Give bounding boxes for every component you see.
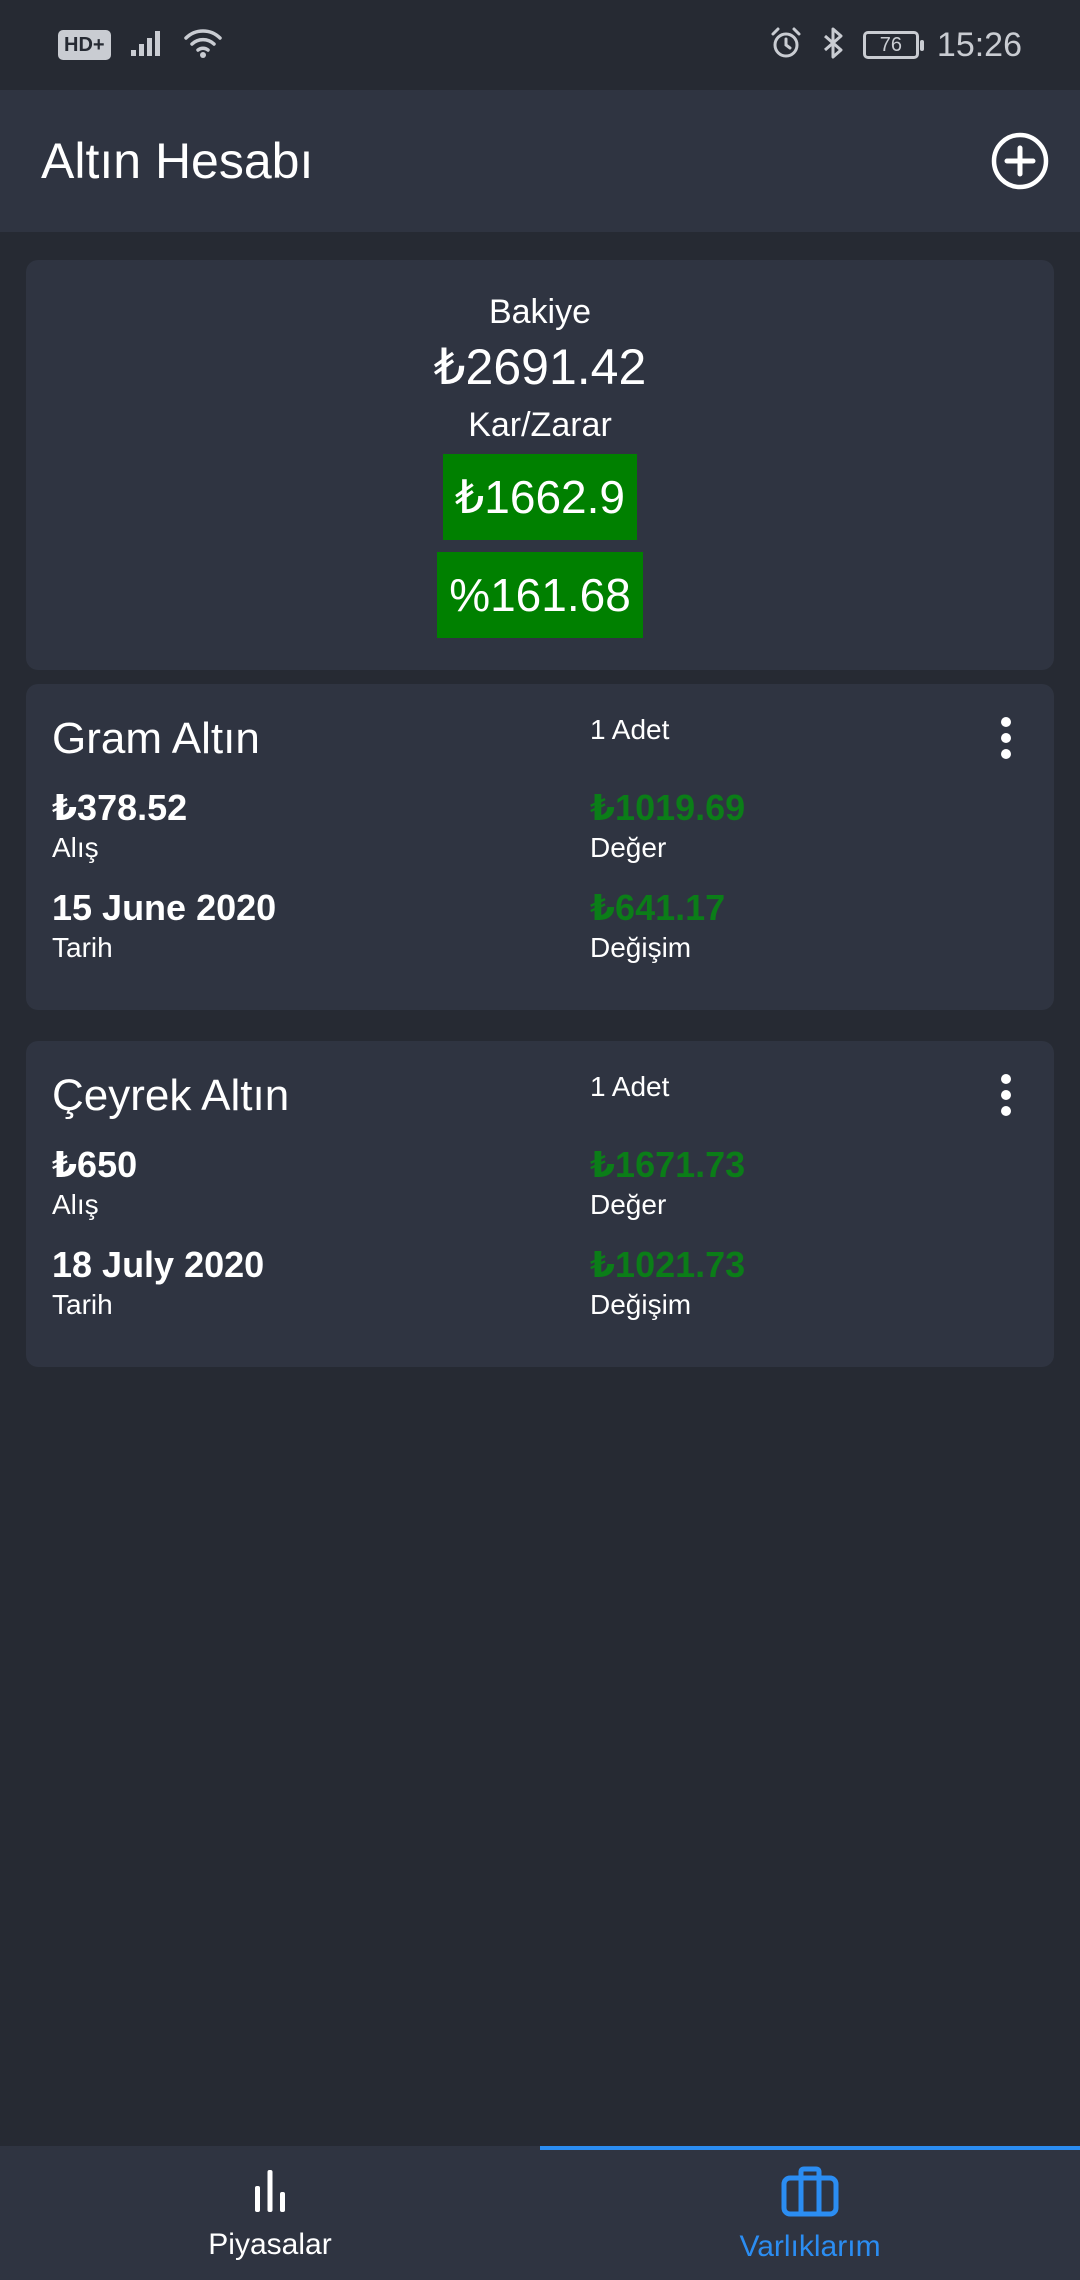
balance-value: ₺2691.42 bbox=[433, 339, 647, 395]
worth-label: Değer bbox=[590, 1189, 667, 1220]
signal-icon bbox=[129, 28, 165, 63]
bluetooth-icon bbox=[821, 26, 845, 65]
change-value: ₺1021.73 bbox=[590, 1244, 746, 1285]
date-label: Tarih bbox=[52, 932, 113, 963]
status-bar: HD+ 76 15:26 bbox=[0, 0, 1080, 90]
alarm-icon bbox=[769, 26, 803, 65]
asset-menu-button[interactable] bbox=[988, 714, 1024, 762]
balance-label: Bakiye bbox=[488, 293, 592, 331]
date-label: Tarih bbox=[52, 1289, 113, 1320]
date-value: 18 July 2020 bbox=[52, 1244, 265, 1285]
balance-summary-card: Bakiye ₺2691.42 Kar/Zarar ₺1662.9 %161.6… bbox=[26, 260, 1054, 670]
profit-loss-label: Kar/Zarar bbox=[468, 406, 612, 444]
buy-price-value: ₺378.52 bbox=[52, 787, 188, 828]
date-field: 18 July 2020 Tarih bbox=[52, 1243, 264, 1323]
buy-price-label: Alış bbox=[52, 1189, 99, 1220]
worth-label: Değer bbox=[590, 832, 667, 863]
hd-badge: HD+ bbox=[58, 30, 111, 60]
profit-loss-value: ₺1662.9 bbox=[443, 454, 637, 540]
buy-price-label: Alış bbox=[52, 832, 99, 863]
asset-card-gram-altin[interactable]: Gram Altın 1 Adet ₺378.52 Alış 15 June 2… bbox=[26, 684, 1054, 1010]
briefcase-icon bbox=[781, 2166, 839, 2217]
change-value: ₺641.17 bbox=[590, 887, 726, 928]
buy-price-field: ₺650 Alış bbox=[52, 1143, 137, 1223]
more-vertical-icon bbox=[1001, 717, 1011, 759]
add-asset-button[interactable] bbox=[988, 129, 1052, 193]
status-left: HD+ bbox=[58, 27, 223, 64]
nav-label-varliklarim: Varlıklarım bbox=[739, 2230, 881, 2263]
battery-indicator: 76 bbox=[862, 31, 924, 59]
buy-price-field: ₺378.52 Alış bbox=[52, 786, 187, 866]
profit-loss-percent: %161.68 bbox=[437, 552, 643, 638]
add-circle-icon bbox=[991, 132, 1049, 190]
bar-chart-icon bbox=[255, 2170, 285, 2212]
change-field: ₺1021.73 Değişim bbox=[590, 1243, 745, 1323]
asset-name: Çeyrek Altın bbox=[52, 1071, 290, 1120]
date-value: 15 June 2020 bbox=[52, 887, 277, 928]
asset-card-ceyrek-altin[interactable]: Çeyrek Altın 1 Adet ₺650 Alış 18 July 20… bbox=[26, 1041, 1054, 1367]
status-right: 76 15:26 bbox=[769, 26, 1022, 65]
buy-price-value: ₺650 bbox=[52, 1144, 138, 1185]
worth-field: ₺1019.69 Değer bbox=[590, 786, 745, 866]
nav-label-piyasalar: Piyasalar bbox=[208, 2228, 332, 2261]
change-label: Değişim bbox=[590, 932, 692, 963]
worth-value: ₺1019.69 bbox=[590, 787, 746, 828]
change-field: ₺641.17 Değişim bbox=[590, 886, 725, 966]
worth-field: ₺1671.73 Değer bbox=[590, 1143, 745, 1223]
nav-item-varliklarim[interactable]: Varlıklarım bbox=[540, 2146, 1080, 2280]
worth-value: ₺1671.73 bbox=[590, 1144, 746, 1185]
page-title: Altın Hesabı bbox=[41, 133, 314, 189]
more-vertical-icon bbox=[1001, 1074, 1011, 1116]
asset-quantity: 1 Adet bbox=[590, 714, 670, 745]
asset-menu-button[interactable] bbox=[988, 1071, 1024, 1119]
nav-item-piyasalar[interactable]: Piyasalar bbox=[0, 2146, 540, 2280]
app-screen: HD+ 76 15:26 Altın Hesabı Bakiye ₺2691.4… bbox=[0, 0, 1080, 2280]
wifi-icon bbox=[183, 27, 223, 64]
app-bar: Altın Hesabı bbox=[0, 90, 1080, 232]
date-field: 15 June 2020 Tarih bbox=[52, 886, 276, 966]
change-label: Değişim bbox=[590, 1289, 692, 1320]
status-time: 15:26 bbox=[936, 25, 1022, 64]
asset-quantity: 1 Adet bbox=[590, 1071, 670, 1102]
asset-name: Gram Altın bbox=[52, 714, 260, 763]
bottom-navigation: Piyasalar Varlıklarım bbox=[0, 2146, 1080, 2280]
